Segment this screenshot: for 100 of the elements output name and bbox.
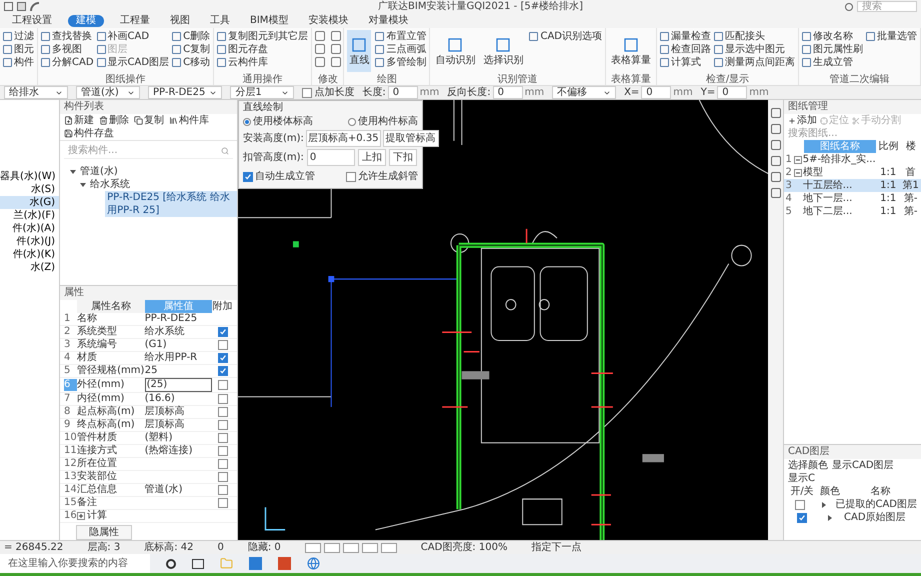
property-value[interactable]: 给水用PP-R bbox=[144, 352, 212, 364]
ribbon-large-button[interactable]: 表格算量 bbox=[609, 30, 653, 72]
ribbon-item[interactable]: 显示CAD图层 bbox=[96, 56, 170, 69]
tree-item[interactable]: 给水系统 bbox=[88, 178, 132, 191]
property-row[interactable]: 5 管径规格(mm)25 bbox=[60, 365, 237, 378]
expand-arrow-icon[interactable] bbox=[827, 514, 833, 520]
property-row[interactable]: 13安装部位 bbox=[60, 471, 237, 484]
ribbon-item[interactable]: 显示选中图元 bbox=[714, 43, 795, 56]
nav-item[interactable]: 水(Z) bbox=[0, 261, 59, 274]
toolbar-button[interactable]: 构件库 bbox=[169, 114, 209, 127]
dropdown[interactable]: 管道(水) bbox=[76, 86, 140, 99]
property-value[interactable]: (塑料) bbox=[144, 432, 212, 444]
snap-mode-icon[interactable] bbox=[342, 542, 359, 552]
ribbon-item[interactable]: 分解CAD bbox=[41, 56, 94, 69]
checkbox[interactable] bbox=[346, 172, 356, 182]
property-row[interactable]: 14汇总信息 管道(水) bbox=[60, 484, 237, 497]
tree-item[interactable]: PP-R-DE25 [给水系统 给水用PP-R 25] bbox=[105, 191, 237, 217]
toolbar-button[interactable]: 显示C bbox=[788, 472, 815, 485]
ribbon-item[interactable]: C移动 bbox=[172, 56, 210, 69]
checkbox[interactable] bbox=[218, 340, 228, 350]
ribbon-item[interactable]: 多管绘制 bbox=[375, 56, 426, 69]
ribbon-item[interactable]: 图元属性刷 bbox=[802, 43, 863, 56]
radio-button[interactable] bbox=[243, 118, 251, 126]
dropdown[interactable]: 不偏移 bbox=[552, 86, 616, 99]
checkbox[interactable] bbox=[218, 485, 228, 495]
expand-arrow-icon[interactable] bbox=[820, 502, 827, 508]
task-view-icon[interactable] bbox=[192, 558, 204, 568]
toolbar-button[interactable]: 删除 bbox=[99, 114, 129, 127]
checkbox[interactable] bbox=[797, 512, 807, 522]
dropdown[interactable]: 给排水 bbox=[4, 86, 68, 99]
property-row[interactable]: 7 内径(mm) (16.6) bbox=[60, 393, 237, 406]
checkbox[interactable] bbox=[218, 353, 228, 363]
ribbon-item[interactable]: 过滤 bbox=[3, 30, 34, 43]
checkbox[interactable] bbox=[794, 500, 805, 510]
ribbon-item[interactable]: 多视图 bbox=[41, 43, 94, 56]
property-value[interactable]: PP-R-DE25 bbox=[144, 313, 212, 325]
dropdown[interactable]: PP-R-DE25 bbox=[148, 86, 222, 99]
hide-properties-button[interactable]: 隐属性 bbox=[76, 525, 132, 540]
nav-item[interactable]: 件(水)(A) bbox=[0, 222, 59, 235]
toolbar-button[interactable]: 选择颜色 bbox=[788, 459, 828, 472]
toolbar-button[interactable]: 复制 bbox=[134, 114, 164, 127]
ribbon-item[interactable]: 生成立管 bbox=[802, 56, 863, 69]
globe-icon[interactable] bbox=[307, 557, 320, 570]
property-row[interactable]: 9 终点标高(m) 层顶标高 bbox=[60, 419, 237, 432]
property-value[interactable]: (16.6) bbox=[144, 393, 212, 405]
checkbox[interactable] bbox=[218, 366, 228, 376]
checkbox[interactable] bbox=[218, 446, 228, 456]
property-row[interactable]: 12所在位置 bbox=[60, 458, 237, 471]
toolbar-button[interactable]: 添加 bbox=[788, 114, 817, 127]
checkbox[interactable] bbox=[218, 380, 228, 390]
input-field[interactable]: 0 bbox=[492, 86, 523, 99]
ribbon-item[interactable]: 查找替换 bbox=[41, 30, 94, 43]
snap-mode-icon[interactable] bbox=[362, 542, 378, 552]
checkbox[interactable] bbox=[218, 407, 228, 417]
property-value[interactable]: 管道(水) bbox=[144, 484, 212, 496]
property-value[interactable]: 层顶标高 bbox=[144, 406, 212, 418]
property-row[interactable]: 6 外径(mm) (25) bbox=[60, 378, 237, 393]
snap-mode-icon[interactable] bbox=[304, 542, 321, 552]
property-row[interactable]: 3 系统编号 (G1) bbox=[60, 339, 237, 352]
ribbon-item[interactable]: 构件 bbox=[3, 56, 34, 69]
ribbon-large-button[interactable]: 选择识别 bbox=[481, 30, 526, 72]
tree-item[interactable]: 管道(水) bbox=[78, 165, 120, 178]
nav-item[interactable]: 件(水)(K) bbox=[0, 248, 59, 261]
menu-tab[interactable]: 工程量 bbox=[116, 14, 154, 26]
input-field[interactable]: 0 bbox=[717, 86, 748, 99]
property-row[interactable]: 1 名称 PP-R-DE25 bbox=[60, 313, 237, 326]
input-field[interactable]: 0 bbox=[641, 86, 672, 99]
drawing-row[interactable]: 4 地下一层... 1:1 第- bbox=[784, 192, 921, 205]
property-row[interactable]: 15备注 bbox=[60, 497, 237, 510]
ribbon-item[interactable]: 修改名称 bbox=[802, 30, 863, 43]
collapse-icon[interactable] bbox=[794, 168, 802, 176]
snap-mode-icon[interactable] bbox=[324, 542, 340, 552]
ribbon-large-button[interactable]: 直线 bbox=[347, 30, 372, 72]
drawing-row[interactable]: 2 模型 1:1 首 bbox=[784, 166, 921, 179]
ribbon-item[interactable]: 测量两点间距离 bbox=[714, 56, 795, 69]
taskbar-search-field[interactable]: 在这里输入你要搜索的内容 bbox=[0, 554, 150, 573]
property-value[interactable]: (G1) bbox=[144, 339, 212, 351]
checkbox[interactable] bbox=[218, 472, 228, 482]
checkbox[interactable] bbox=[218, 394, 228, 404]
property-row[interactable]: 11连接方式 (热熔连接) bbox=[60, 445, 237, 458]
ribbon-item[interactable]: 复制图元到其它层 bbox=[217, 30, 308, 43]
toolbar-button[interactable]: 构件存盘 bbox=[64, 127, 114, 140]
nav-item[interactable]: 水(G) bbox=[0, 196, 59, 209]
offset-button[interactable]: 下扣 bbox=[388, 149, 417, 166]
drawing-row[interactable]: 3 十五层给... 1:1 第1 bbox=[784, 179, 921, 192]
expander-icon[interactable] bbox=[80, 182, 86, 188]
edit-tool-icon[interactable] bbox=[330, 44, 341, 54]
menu-tab[interactable]: 工具 bbox=[206, 14, 234, 26]
menu-tab[interactable]: 对量模块 bbox=[364, 14, 412, 26]
property-row[interactable]: 4 材质 给水用PP-R bbox=[60, 352, 237, 365]
property-row[interactable]: 8 起点标高(m) 层顶标高 bbox=[60, 406, 237, 419]
ribbon-item[interactable]: 云构件库 bbox=[217, 56, 308, 69]
property-value[interactable]: 25 bbox=[144, 365, 212, 377]
checkbox[interactable] bbox=[218, 327, 228, 337]
offset-button[interactable]: 上扣 bbox=[358, 149, 386, 166]
height-dropdown[interactable]: 层顶标高+0.35 bbox=[306, 130, 381, 147]
property-value[interactable]: 层顶标高 bbox=[144, 419, 212, 431]
expand-icon[interactable] bbox=[77, 512, 86, 520]
edit-tool-icon[interactable] bbox=[315, 31, 326, 41]
checkbox[interactable] bbox=[218, 433, 228, 443]
